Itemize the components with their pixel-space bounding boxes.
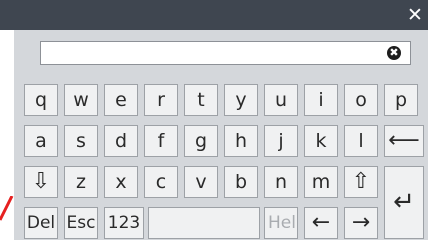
key-z[interactable]: z: [64, 166, 98, 198]
numeric-key[interactable]: 123: [104, 207, 144, 239]
shift-up-icon[interactable]: ⇧: [344, 166, 378, 198]
key-o[interactable]: o: [344, 84, 378, 116]
key-m[interactable]: m: [304, 166, 338, 198]
key-q[interactable]: q: [24, 84, 58, 116]
red-mark-icon: [0, 196, 14, 221]
key-r[interactable]: r: [144, 84, 178, 116]
key-p[interactable]: p: [384, 84, 418, 116]
key-w[interactable]: w: [64, 84, 98, 116]
close-icon[interactable]: ✕: [404, 4, 426, 26]
key-x[interactable]: x: [104, 166, 138, 198]
key-t[interactable]: t: [184, 84, 218, 116]
shift-down-icon[interactable]: ⇩: [24, 166, 58, 198]
arrow-right-icon[interactable]: →: [344, 207, 378, 239]
key-h[interactable]: h: [224, 125, 258, 157]
help-key[interactable]: Help: [264, 207, 298, 239]
text-input[interactable]: [40, 41, 411, 65]
key-a[interactable]: a: [24, 125, 58, 157]
key-b[interactable]: b: [224, 166, 258, 198]
key-i[interactable]: i: [304, 84, 338, 116]
key-y[interactable]: y: [224, 84, 258, 116]
key-g[interactable]: g: [184, 125, 218, 157]
key-u[interactable]: u: [264, 84, 298, 116]
clear-input-icon[interactable]: ✖: [387, 46, 401, 60]
title-bar: ✕: [0, 0, 428, 30]
key-l[interactable]: l: [344, 125, 378, 157]
key-k[interactable]: k: [304, 125, 338, 157]
key-n[interactable]: n: [264, 166, 298, 198]
key-j[interactable]: j: [264, 125, 298, 157]
del-key[interactable]: Del: [24, 207, 58, 239]
arrow-left-icon[interactable]: ←: [304, 207, 338, 239]
backspace-icon[interactable]: ⟵: [384, 125, 424, 157]
key-s[interactable]: s: [64, 125, 98, 157]
key-c[interactable]: c: [144, 166, 178, 198]
space-key[interactable]: [148, 207, 260, 239]
key-f[interactable]: f: [144, 125, 178, 157]
key-d[interactable]: d: [104, 125, 138, 157]
key-e[interactable]: e: [104, 84, 138, 116]
esc-key[interactable]: Esc: [64, 207, 98, 239]
key-v[interactable]: v: [184, 166, 218, 198]
enter-icon[interactable]: ↵: [384, 166, 424, 239]
